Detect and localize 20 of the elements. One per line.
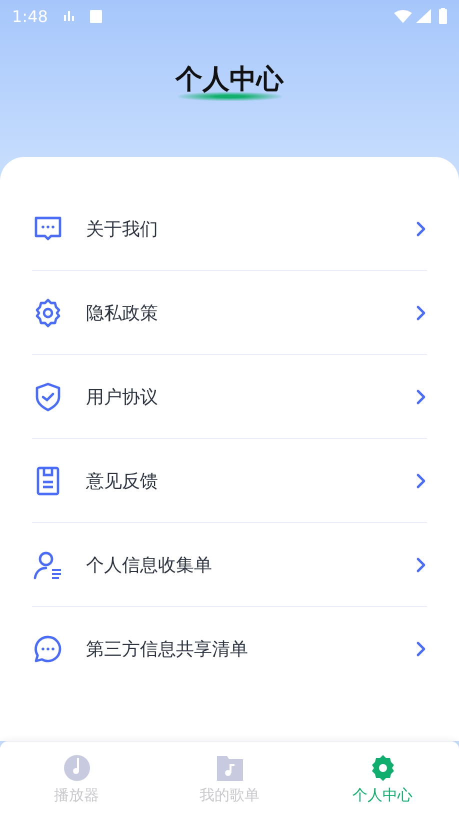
chevron-right-icon bbox=[415, 220, 427, 236]
menu-item[interactable]: 关于我们 bbox=[32, 187, 427, 271]
menu-item[interactable]: 第三方信息共享清单 bbox=[32, 607, 427, 690]
menu-item[interactable]: 个人信息收集单 bbox=[32, 523, 427, 607]
chevron-right-icon bbox=[415, 640, 427, 656]
music-folder-icon bbox=[216, 754, 244, 782]
menu-item[interactable]: 用户协议 bbox=[32, 355, 427, 439]
menu-item[interactable]: 意见反馈 bbox=[32, 439, 427, 523]
disc-icon bbox=[62, 754, 90, 782]
chevron-right-icon bbox=[415, 556, 427, 572]
chevron-right-icon bbox=[415, 304, 427, 320]
cell-signal-icon bbox=[416, 9, 431, 23]
wifi-icon bbox=[394, 10, 412, 22]
menu-item[interactable]: 隐私政策 bbox=[32, 271, 427, 355]
battery-icon bbox=[439, 8, 447, 24]
status-time: 1:48 bbox=[12, 6, 48, 26]
signal-bars-icon bbox=[64, 11, 74, 21]
chevron-right-icon bbox=[415, 388, 427, 404]
chevron-right-icon bbox=[415, 472, 427, 488]
page-title: 个人中心 bbox=[176, 66, 284, 93]
